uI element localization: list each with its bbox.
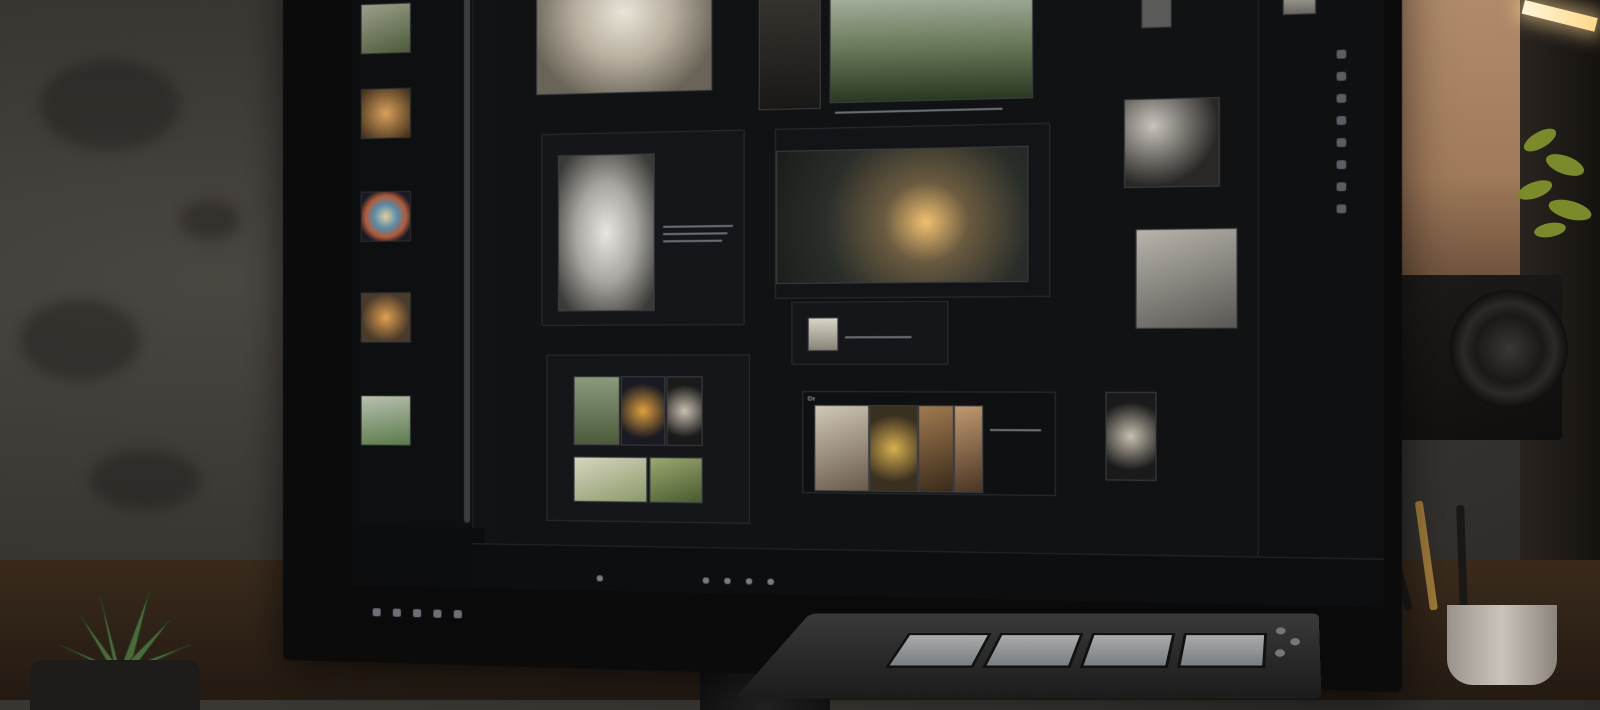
controller-knob[interactable] — [1275, 649, 1285, 657]
thumbnail-item[interactable] — [361, 187, 462, 242]
start-icon[interactable] — [373, 608, 381, 616]
artwork-icon — [808, 317, 839, 351]
panel-image[interactable] — [1136, 228, 1238, 329]
grid-image — [649, 457, 702, 503]
play-icon[interactable] — [597, 575, 603, 581]
controller-knob[interactable] — [1290, 638, 1300, 645]
artwork-mandala[interactable] — [536, 0, 712, 95]
screen: Dr — [353, 0, 1384, 670]
wall-stain — [40, 60, 180, 150]
tool-icon[interactable] — [1337, 138, 1347, 147]
thumbnail-item[interactable] — [361, 83, 462, 139]
artwork-bone[interactable] — [558, 153, 655, 311]
tool-icon[interactable] — [1337, 204, 1347, 213]
thumbnail-item[interactable] — [361, 289, 462, 343]
grid-image — [666, 376, 702, 446]
grid-image — [574, 456, 648, 502]
wall-stain — [90, 450, 200, 510]
controller-knob[interactable] — [1276, 627, 1286, 634]
text-line — [663, 232, 727, 235]
strip-image — [814, 405, 869, 492]
tool-icon[interactable] — [1337, 116, 1347, 125]
plant-pot — [30, 660, 200, 710]
wall-stain — [20, 300, 140, 380]
panel-thumb[interactable] — [1141, 0, 1171, 28]
record-icon[interactable] — [703, 577, 709, 583]
app-icon[interactable] — [433, 610, 441, 618]
card-strip[interactable]: Dr — [802, 391, 1056, 496]
tool-icon[interactable] — [1337, 50, 1347, 59]
plant-right — [1510, 110, 1600, 250]
card-small[interactable] — [791, 301, 948, 365]
panel-image[interactable] — [1124, 97, 1220, 188]
monitor: Dr — [283, 0, 1402, 692]
editing-controller — [735, 614, 1321, 699]
layer-icon[interactable] — [724, 578, 730, 584]
thumbnail-label — [361, 187, 462, 189]
panel-thumb[interactable] — [1283, 0, 1317, 15]
wall-stain — [180, 200, 240, 240]
tool-icon[interactable] — [1337, 182, 1347, 191]
grid-image — [574, 376, 620, 445]
thumbnail-image — [361, 87, 411, 139]
controller-display — [1177, 633, 1267, 668]
app-icon[interactable] — [454, 610, 462, 618]
text-line — [663, 240, 722, 243]
thumbnail-image — [361, 395, 411, 446]
tool-icon[interactable] — [1337, 72, 1347, 81]
grid-image — [621, 376, 665, 446]
controller-display — [1080, 633, 1176, 668]
thumbnail-label — [361, 289, 462, 290]
strip-image — [954, 405, 983, 493]
tool-icon[interactable] — [1337, 94, 1347, 103]
strip-image — [869, 405, 918, 492]
layers-panel — [353, 0, 474, 543]
artwork-pagoda[interactable] — [830, 0, 1034, 103]
card-grid[interactable] — [546, 354, 750, 523]
app-icon[interactable] — [413, 609, 421, 617]
app-icon[interactable] — [393, 609, 401, 617]
card-single[interactable] — [541, 130, 744, 326]
thumbnail-image — [361, 191, 411, 242]
card-title: Dr — [808, 395, 816, 403]
text-line — [663, 225, 733, 228]
settings-icon[interactable] — [767, 579, 774, 585]
controller-display — [982, 633, 1083, 668]
grid-icon[interactable] — [746, 578, 752, 584]
speaker-cone — [1450, 290, 1568, 408]
properties-panel — [1258, 0, 1384, 559]
artwork-portrait[interactable] — [759, 0, 821, 110]
thumbnail-image — [361, 292, 411, 343]
strip-image — [918, 405, 954, 493]
thumbnail-image — [361, 2, 411, 54]
thumbnail-label — [361, 0, 462, 1]
pencil-cup — [1447, 605, 1557, 685]
tool-icon[interactable] — [1337, 160, 1347, 169]
artwork-candle[interactable] — [776, 146, 1029, 284]
card-hero[interactable] — [775, 123, 1050, 299]
artwork-skull[interactable] — [1105, 392, 1156, 481]
caption-line — [835, 108, 1002, 114]
thumbnail-label — [361, 83, 462, 86]
controller-display — [885, 633, 992, 668]
thumbnail-item[interactable] — [361, 392, 462, 446]
thumbnail-item[interactable] — [361, 0, 462, 55]
text-line — [990, 429, 1041, 431]
text-line — [845, 336, 911, 338]
scrollbar[interactable] — [464, 0, 470, 523]
